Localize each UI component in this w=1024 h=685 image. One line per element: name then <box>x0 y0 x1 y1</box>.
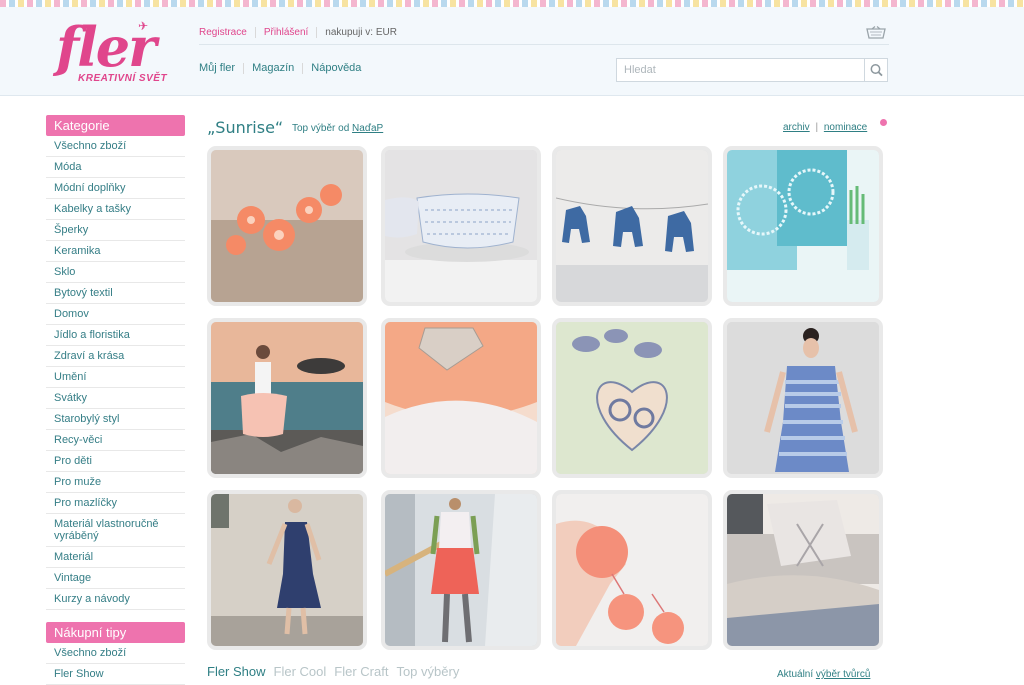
divider <box>254 27 256 38</box>
tab-fler-craft[interactable]: Fler Craft <box>334 664 388 679</box>
creators-selection-link[interactable]: výběr tvůrců <box>816 669 870 680</box>
product-tile-2[interactable] <box>381 146 541 306</box>
product-tile-8[interactable] <box>723 318 883 478</box>
sidebar-category-item[interactable]: Svátky <box>46 388 185 409</box>
sidebar-category-item[interactable]: Domov <box>46 304 185 325</box>
tips-list: Všechno zboží Fler Show <box>46 643 185 685</box>
tab-top-výběry[interactable]: Top výběry <box>396 664 459 679</box>
product-grid <box>207 146 891 650</box>
product-image <box>727 494 879 646</box>
product-image <box>727 322 879 474</box>
sidebar-category-item[interactable]: Módní doplňky <box>46 178 185 199</box>
search-box <box>616 58 888 82</box>
sidebar-category-item[interactable]: Všechno zboží <box>46 136 185 157</box>
logo-tagline: KREATIVNÍ SVĚT <box>78 73 168 84</box>
site-header: fler ✈ KREATIVNÍ SVĚT Registrace Přihláše… <box>0 7 1024 96</box>
sidebar: Kategorie Všechno zboží Móda Módní doplňky… <box>46 115 185 685</box>
archive-link[interactable]: archiv <box>783 122 810 133</box>
login-link[interactable]: Přihlášení <box>264 27 308 38</box>
product-image <box>385 150 537 302</box>
page-title: „Sunrise“ <box>207 118 284 137</box>
current-prefix: Aktuální <box>777 669 814 680</box>
sidebar-category-item[interactable]: Vintage <box>46 568 185 589</box>
product-tile-3[interactable] <box>552 146 712 306</box>
top-links: Registrace Přihlášení nakupuji v: EUR <box>199 27 397 38</box>
shopping-tips-heading: Nákupní tipy <box>46 622 185 643</box>
divider <box>302 62 304 74</box>
product-image <box>211 494 363 646</box>
divider <box>316 27 318 38</box>
sidebar-category-item[interactable]: Recy-věci <box>46 430 185 451</box>
product-tile-11[interactable] <box>552 490 712 650</box>
sidebar-category-item[interactable]: Sklo <box>46 262 185 283</box>
currency-selector[interactable]: nakupuji v: EUR <box>325 27 397 38</box>
basket-icon[interactable] <box>866 25 886 39</box>
sidebar-category-item[interactable]: Umění <box>46 367 185 388</box>
sidebar-category-item[interactable]: Pro děti <box>46 451 185 472</box>
fler-logo[interactable]: fler ✈ KREATIVNÍ SVĚT <box>56 17 176 93</box>
header-divider <box>199 44 889 45</box>
bottom-tabs: Fler Show Fler Cool Fler Craft Top výběry <box>207 664 467 679</box>
page-subtitle: Top výběr od NaďaP <box>292 123 383 134</box>
product-tile-9[interactable] <box>207 490 367 650</box>
subtitle-prefix: Top výběr od <box>292 123 350 134</box>
search-button[interactable] <box>864 59 887 81</box>
search-input[interactable] <box>617 59 865 81</box>
sidebar-tip-item[interactable]: Fler Show <box>46 664 185 685</box>
sidebar-category-item[interactable]: Pro muže <box>46 472 185 493</box>
categories-heading: Kategorie <box>46 115 185 136</box>
product-image <box>211 150 363 302</box>
product-image <box>385 494 537 646</box>
sidebar-category-item[interactable]: Kurzy a návody <box>46 589 185 610</box>
product-tile-4[interactable] <box>723 146 883 306</box>
product-tile-1[interactable] <box>207 146 367 306</box>
current-selection: Aktuální výběr tvůrců <box>777 669 870 680</box>
product-image <box>727 150 879 302</box>
sidebar-category-item[interactable]: Kabelky a tašky <box>46 199 185 220</box>
sidebar-category-item[interactable]: Pro mazlíčky <box>46 493 185 514</box>
register-link[interactable]: Registrace <box>199 27 247 38</box>
product-tile-12[interactable] <box>723 490 883 650</box>
sidebar-category-item[interactable]: Keramika <box>46 241 185 262</box>
product-image <box>556 150 708 302</box>
sidebar-category-item[interactable]: Materiál vlastnoručně vyráběný <box>46 514 185 547</box>
sidebar-category-item[interactable]: Bytový textil <box>46 283 185 304</box>
product-image <box>556 322 708 474</box>
decorative-stripe <box>0 0 1024 7</box>
nav-help[interactable]: Nápověda <box>311 62 361 74</box>
info-dot-icon[interactable] <box>880 119 887 126</box>
product-tile-10[interactable] <box>381 490 541 650</box>
nav-my-fler[interactable]: Můj fler <box>199 62 235 74</box>
divider <box>243 62 245 74</box>
main-nav: Můj fler Magazín Nápověda <box>199 62 361 74</box>
sidebar-category-item[interactable]: Móda <box>46 157 185 178</box>
tab-fler-cool[interactable]: Fler Cool <box>274 664 327 679</box>
sidebar-category-item[interactable]: Starobylý styl <box>46 409 185 430</box>
tab-fler-show[interactable]: Fler Show <box>207 664 266 679</box>
sidebar-category-item[interactable]: Šperky <box>46 220 185 241</box>
nominate-link[interactable]: nominace <box>824 122 867 133</box>
sidebar-category-item[interactable]: Materiál <box>46 547 185 568</box>
product-tile-7[interactable] <box>552 318 712 478</box>
archive-links: archiv | nominace <box>783 122 867 133</box>
category-list: Všechno zboží Móda Módní doplňky Kabelky a … <box>46 136 185 610</box>
product-image <box>556 494 708 646</box>
bird-icon: ✈ <box>138 19 149 33</box>
sidebar-category-item[interactable]: Zdraví a krása <box>46 346 185 367</box>
divider: | <box>815 122 819 133</box>
nav-magazine[interactable]: Magazín <box>252 62 294 74</box>
product-image <box>211 322 363 474</box>
sidebar-tip-item[interactable]: Všechno zboží <box>46 643 185 664</box>
search-icon <box>870 64 883 77</box>
product-tile-6[interactable] <box>381 318 541 478</box>
sidebar-category-item[interactable]: Jídlo a floristika <box>46 325 185 346</box>
author-link[interactable]: NaďaP <box>352 123 383 134</box>
product-tile-5[interactable] <box>207 318 367 478</box>
product-image <box>385 322 537 474</box>
